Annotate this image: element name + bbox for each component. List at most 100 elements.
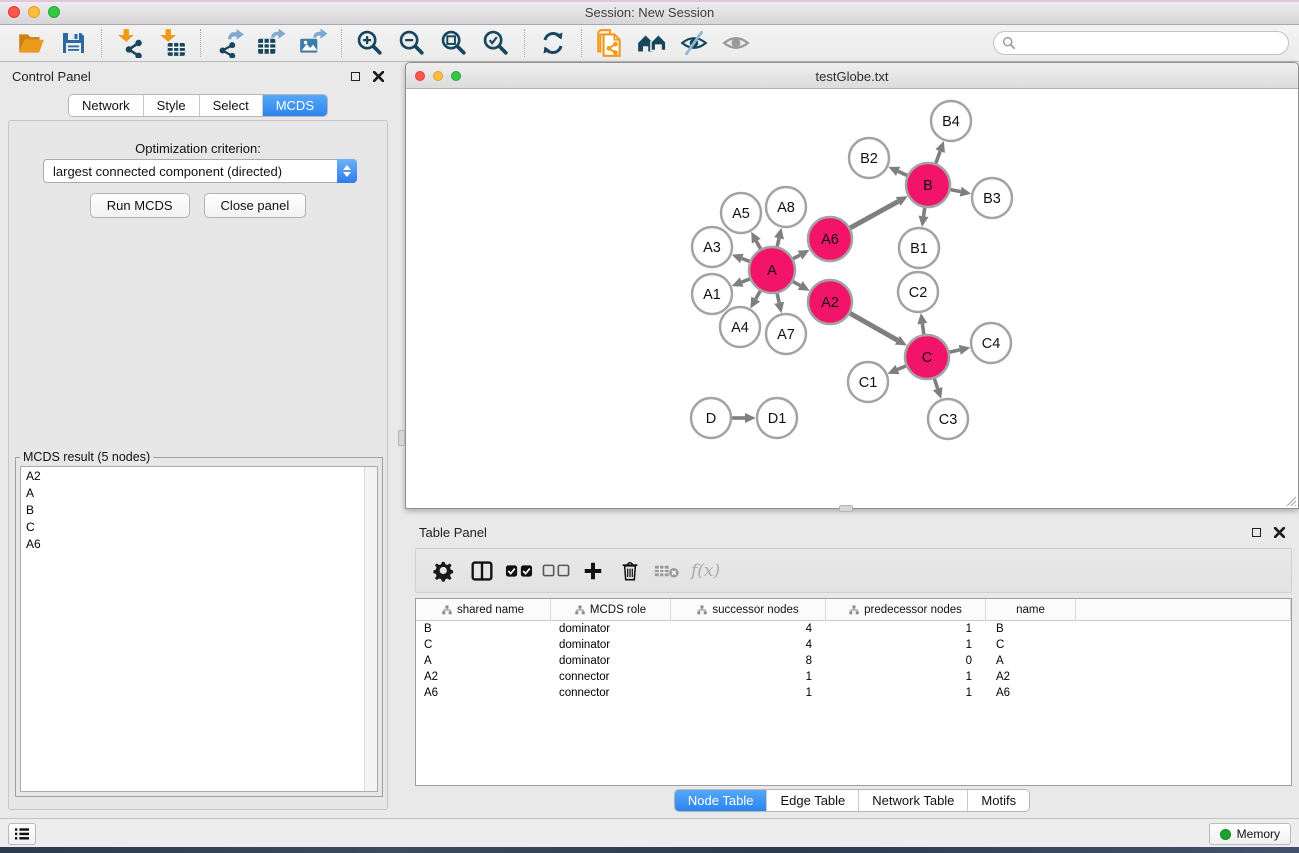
- refresh-layout-icon[interactable]: [532, 27, 574, 60]
- memory-label: Memory: [1237, 827, 1280, 841]
- zoom-out-icon[interactable]: [391, 27, 433, 60]
- edge-A-A6[interactable]: [793, 255, 800, 259]
- save-session-icon[interactable]: [52, 27, 94, 60]
- table-tab-network-table[interactable]: Network Table: [858, 790, 967, 811]
- criterion-selected-value: largest connected component (directed): [44, 164, 338, 179]
- search-icon: [1002, 36, 1016, 50]
- edge-C-C2[interactable]: [922, 324, 923, 335]
- edge-B-B1[interactable]: [924, 208, 925, 217]
- edge-A-A3[interactable]: [742, 258, 750, 261]
- search-box[interactable]: [993, 31, 1289, 55]
- graph-node-label-C3: C3: [939, 412, 958, 428]
- graph-node-label-B3: B3: [983, 191, 1001, 207]
- edge-A-A7[interactable]: [777, 293, 779, 302]
- node-table: shared nameMCDS rolesuccessor nodesprede…: [415, 598, 1292, 786]
- cell-successor-nodes: 4: [671, 621, 826, 637]
- cell-name: A2: [986, 669, 1076, 685]
- edge-A6-B[interactable]: [850, 201, 898, 227]
- table-row[interactable]: A6connector11A6: [416, 685, 1291, 701]
- close-panel-button[interactable]: Close panel: [204, 193, 307, 218]
- edge-B-B3[interactable]: [951, 190, 961, 192]
- edge-C-C1[interactable]: [897, 366, 905, 370]
- table-row[interactable]: Adominator80A: [416, 653, 1291, 669]
- graph-node-label-C2: C2: [909, 285, 928, 301]
- float-panel-icon[interactable]: [349, 70, 361, 82]
- run-mcds-button[interactable]: Run MCDS: [90, 193, 190, 218]
- memory-button[interactable]: Memory: [1209, 823, 1291, 845]
- column-header-name[interactable]: name: [986, 599, 1076, 621]
- table-row[interactable]: Cdominator41C: [416, 637, 1291, 653]
- zoom-in-icon[interactable]: [349, 27, 391, 60]
- hide-graphics-details-icon[interactable]: [673, 27, 715, 60]
- table-tab-motifs[interactable]: Motifs: [967, 790, 1029, 811]
- new-network-from-selection-icon[interactable]: [589, 27, 631, 60]
- graph-node-label-A8: A8: [777, 200, 795, 216]
- edge-A-A2[interactable]: [793, 282, 800, 286]
- edge-A2-C[interactable]: [850, 313, 897, 340]
- collapse-left-handle[interactable]: [398, 430, 405, 446]
- cell-name: A6: [986, 685, 1076, 701]
- open-file-icon[interactable]: [10, 27, 52, 60]
- graph-node-label-A7: A7: [777, 327, 795, 343]
- cell-predecessor-nodes: 1: [826, 637, 986, 653]
- edge-A-A8[interactable]: [777, 238, 779, 246]
- mcds-result-item[interactable]: C: [21, 518, 377, 535]
- mcds-result-item[interactable]: A2: [21, 467, 377, 484]
- result-list-scrollbar[interactable]: [364, 467, 377, 791]
- column-header-successor-nodes[interactable]: successor nodes: [671, 599, 826, 621]
- control-panel-title: Control Panel: [12, 69, 91, 84]
- network-window-titlebar[interactable]: testGlobe.txt: [406, 63, 1298, 89]
- import-network-icon[interactable]: [109, 27, 151, 60]
- collapse-bottom-handle[interactable]: [839, 505, 853, 512]
- delete-column-trash-icon[interactable]: [611, 553, 648, 589]
- export-image-icon[interactable]: [292, 27, 334, 60]
- edge-A-A4[interactable]: [756, 291, 761, 299]
- tab-select[interactable]: Select: [199, 95, 262, 116]
- delete-table-icon[interactable]: [648, 553, 685, 589]
- close-panel-icon[interactable]: [372, 70, 384, 82]
- show-column-icon[interactable]: [463, 553, 500, 589]
- tab-style[interactable]: Style: [143, 95, 199, 116]
- first-neighbors-icon[interactable]: [631, 27, 673, 60]
- edge-B-B2[interactable]: [898, 171, 907, 175]
- criterion-select[interactable]: largest connected component (directed): [43, 159, 357, 183]
- export-network-icon[interactable]: [208, 27, 250, 60]
- edge-B-B4[interactable]: [936, 151, 940, 163]
- window-resize-grip[interactable]: [1283, 493, 1297, 507]
- edge-C-C3[interactable]: [934, 379, 937, 389]
- table-tab-edge-table[interactable]: Edge Table: [766, 790, 858, 811]
- toolbar-separator: [101, 29, 102, 57]
- settings-gear-icon[interactable]: [426, 553, 463, 589]
- network-canvas[interactable]: B4B2BB3A5A8A6A3B1AA1C2A2A4A7C4CC1C3DD1: [406, 89, 1298, 508]
- cell-MCDS-role: dominator: [551, 653, 671, 669]
- select-all-checks-icon[interactable]: [500, 553, 537, 589]
- export-table-icon[interactable]: [250, 27, 292, 60]
- table-row[interactable]: Bdominator41B: [416, 621, 1291, 637]
- edge-A-A1[interactable]: [742, 279, 750, 282]
- import-table-icon[interactable]: [151, 27, 193, 60]
- search-input[interactable]: [1021, 36, 1280, 50]
- column-header-predecessor-nodes[interactable]: predecessor nodes: [826, 599, 986, 621]
- close-table-panel-icon[interactable]: [1273, 526, 1285, 538]
- column-header-MCDS-role[interactable]: MCDS role: [551, 599, 671, 621]
- task-history-button[interactable]: [8, 823, 36, 845]
- edge-C-C4[interactable]: [949, 350, 959, 352]
- zoom-selected-icon[interactable]: [475, 27, 517, 60]
- tab-network[interactable]: Network: [69, 95, 143, 116]
- column-header-shared-name[interactable]: shared name: [416, 599, 551, 621]
- show-graphics-details-icon[interactable]: [715, 27, 757, 60]
- cell-name: B: [986, 621, 1076, 637]
- float-table-panel-icon[interactable]: [1250, 526, 1262, 538]
- mcds-result-item[interactable]: B: [21, 501, 377, 518]
- tab-mcds[interactable]: MCDS: [262, 95, 327, 116]
- table-tab-node-table[interactable]: Node Table: [675, 790, 767, 811]
- edge-A-A5[interactable]: [756, 241, 760, 249]
- mcds-result-item[interactable]: A6: [21, 535, 377, 552]
- deselect-all-checks-icon[interactable]: [537, 553, 574, 589]
- zoom-fit-icon[interactable]: [433, 27, 475, 60]
- add-column-icon[interactable]: [574, 553, 611, 589]
- function-builder-button[interactable]: f(x): [685, 553, 726, 589]
- table-tabs: Node TableEdge TableNetwork TableMotifs: [674, 789, 1030, 812]
- table-row[interactable]: A2connector11A2: [416, 669, 1291, 685]
- mcds-result-item[interactable]: A: [21, 484, 377, 501]
